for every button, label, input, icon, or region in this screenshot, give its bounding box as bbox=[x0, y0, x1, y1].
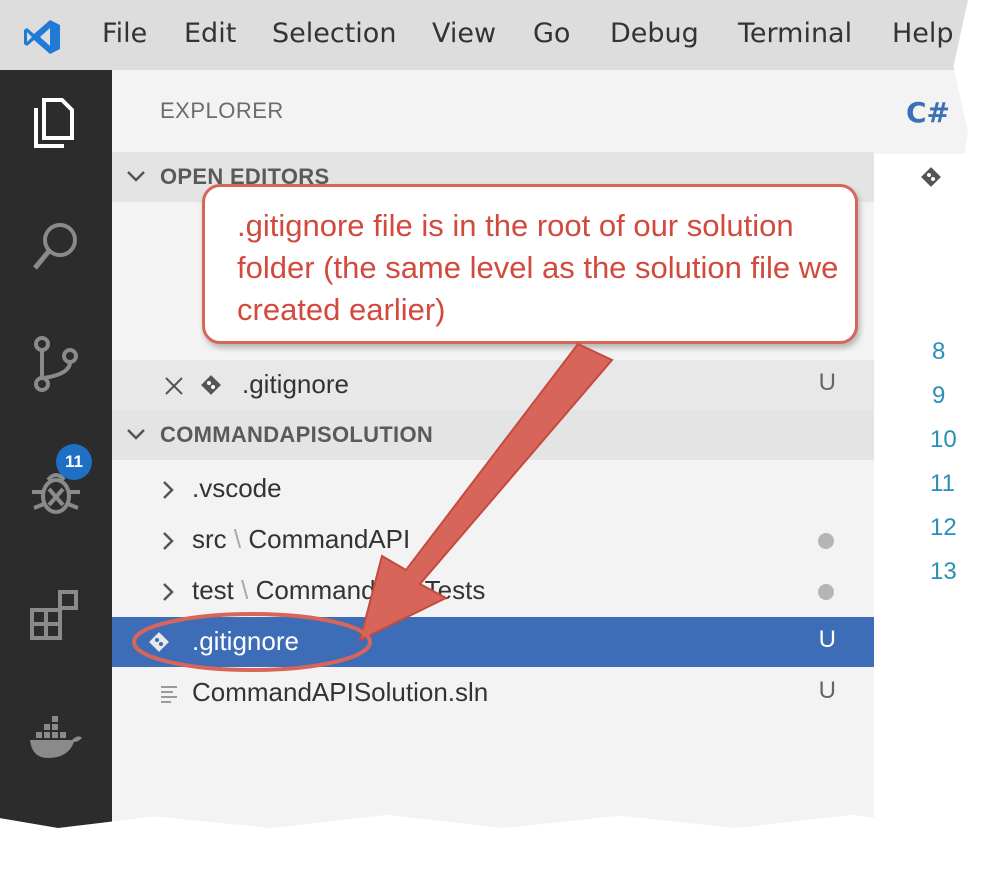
tree-folder-test[interactable]: test \ CommandAPI.Tests bbox=[112, 566, 874, 616]
menu-debug[interactable]: Debug bbox=[610, 18, 699, 49]
menu-terminal[interactable]: Terminal bbox=[738, 18, 852, 49]
docker-icon[interactable] bbox=[26, 710, 86, 770]
annotation-callout: .gitignore file is in the root of our so… bbox=[202, 184, 858, 344]
chevron-right-icon bbox=[163, 481, 174, 499]
close-icon[interactable] bbox=[162, 374, 186, 398]
csharp-file-icon: C# bbox=[906, 96, 951, 129]
chevron-down-icon bbox=[127, 429, 145, 440]
chevron-right-icon bbox=[163, 583, 174, 601]
line-number: 13 bbox=[930, 558, 957, 585]
open-editor-file-name: .gitignore bbox=[242, 369, 349, 399]
tree-folder-src[interactable]: src \ CommandAPI bbox=[112, 515, 874, 565]
line-number: 10 bbox=[930, 426, 957, 453]
vscode-window: File Edit Selection View Go Debug Termin… bbox=[0, 0, 968, 828]
file-name: CommandAPISolution.sln bbox=[192, 677, 489, 707]
menu-view[interactable]: View bbox=[432, 18, 496, 49]
chevron-down-icon bbox=[127, 171, 145, 182]
modified-dot bbox=[818, 584, 834, 600]
menu-file[interactable]: File bbox=[102, 18, 147, 49]
explorer-title: EXPLORER bbox=[160, 98, 284, 123]
workspace-header[interactable]: COMMANDAPISOLUTION bbox=[112, 410, 874, 460]
menu-edit[interactable]: Edit bbox=[184, 18, 236, 49]
git-status-untracked: U bbox=[818, 369, 836, 396]
extensions-icon[interactable] bbox=[26, 584, 86, 644]
search-icon[interactable] bbox=[26, 216, 86, 276]
folder-name: src \ CommandAPI bbox=[192, 524, 411, 554]
callout-text: .gitignore file is in the root of our so… bbox=[237, 208, 839, 327]
menu-selection[interactable]: Selection bbox=[272, 18, 396, 49]
tree-file-gitignore[interactable]: .gitignore U bbox=[112, 617, 874, 667]
tree-folder-vscode[interactable]: .vscode bbox=[112, 464, 874, 514]
editor-tab[interactable]: C# bbox=[874, 70, 968, 154]
menu-bar: File Edit Selection View Go Debug Termin… bbox=[0, 0, 968, 70]
activity-bar: 11 bbox=[0, 70, 112, 828]
chevron-right-icon bbox=[163, 532, 174, 550]
workspace-label: COMMANDAPISOLUTION bbox=[160, 422, 434, 447]
folder-name: .vscode bbox=[192, 473, 282, 503]
editor-area: C# 8 9 10 11 12 13 bbox=[874, 70, 968, 828]
line-number: 12 bbox=[930, 514, 957, 541]
git-file-icon bbox=[149, 632, 169, 652]
file-name: .gitignore bbox=[192, 626, 299, 656]
menu-go[interactable]: Go bbox=[533, 18, 570, 49]
folder-name: test \ CommandAPI.Tests bbox=[192, 575, 486, 605]
git-file-icon bbox=[921, 167, 941, 187]
line-number: 9 bbox=[932, 382, 946, 409]
debug-icon[interactable] bbox=[26, 462, 86, 522]
tree-file-sln[interactable]: CommandAPISolution.sln U bbox=[112, 668, 874, 718]
open-editor-item[interactable]: .gitignore U bbox=[112, 360, 874, 410]
git-status-untracked: U bbox=[818, 626, 836, 653]
line-number: 8 bbox=[932, 338, 946, 365]
vscode-logo-icon bbox=[24, 20, 60, 54]
explorer-icon[interactable] bbox=[26, 92, 86, 152]
git-file-icon bbox=[201, 375, 221, 395]
sln-file-icon bbox=[161, 686, 177, 703]
git-status-untracked: U bbox=[818, 677, 836, 704]
menu-help[interactable]: Help bbox=[892, 18, 954, 49]
source-control-icon[interactable] bbox=[26, 334, 86, 394]
line-number: 11 bbox=[930, 470, 955, 497]
modified-dot bbox=[818, 533, 834, 549]
